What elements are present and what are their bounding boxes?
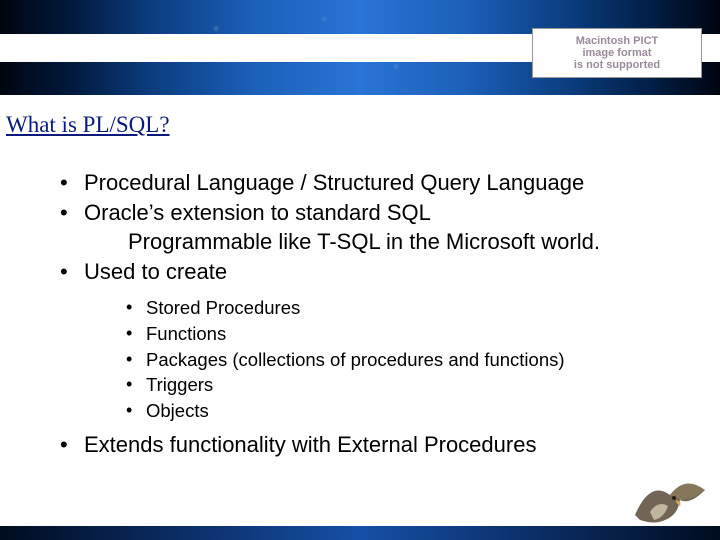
bullet-text: Oracle’s extension to standard SQL — [84, 200, 431, 225]
list-item: Packages (collections of procedures and … — [120, 347, 672, 373]
bullet-text: Procedural Language / Structured Query L… — [84, 170, 584, 195]
corner-logo — [630, 470, 710, 530]
list-item: Functions — [120, 321, 672, 347]
bullet-text: Used to create — [84, 259, 227, 284]
top-banner: Macintosh PICT image format is not suppo… — [0, 0, 720, 95]
list-item: Extends functionality with External Proc… — [52, 430, 672, 460]
bullet-text: Functions — [146, 323, 226, 344]
slide-title: What is PL/SQL? — [6, 112, 170, 138]
list-item: Stored Procedures — [120, 295, 672, 321]
pict-line-3: is not supported — [574, 59, 660, 71]
list-item: Oracle’s extension to standard SQL Progr… — [52, 198, 672, 257]
bullet-text: Extends functionality with External Proc… — [84, 432, 536, 457]
pict-line-2: image format — [582, 47, 651, 59]
bullet-text: Triggers — [146, 374, 213, 395]
bullet-text: Stored Procedures — [146, 297, 300, 318]
bullet-sub-text: Programmable like T-SQL in the Microsoft… — [84, 227, 672, 257]
list-item: Objects — [120, 398, 672, 424]
list-item: Procedural Language / Structured Query L… — [52, 168, 672, 198]
pict-line-1: Macintosh PICT — [576, 35, 659, 47]
list-item: Used to create Stored Procedures Functio… — [52, 257, 672, 424]
bullet-list-level2: Stored Procedures Functions Packages (co… — [120, 295, 672, 424]
slide-content: Procedural Language / Structured Query L… — [52, 168, 672, 460]
bullet-text: Objects — [146, 400, 209, 421]
bullet-list-level1: Procedural Language / Structured Query L… — [52, 168, 672, 460]
bullet-text: Packages (collections of procedures and … — [146, 349, 565, 370]
pict-unsupported-box: Macintosh PICT image format is not suppo… — [532, 28, 702, 78]
bottom-bar — [0, 526, 720, 540]
eagle-icon — [630, 470, 710, 530]
list-item: Triggers — [120, 372, 672, 398]
